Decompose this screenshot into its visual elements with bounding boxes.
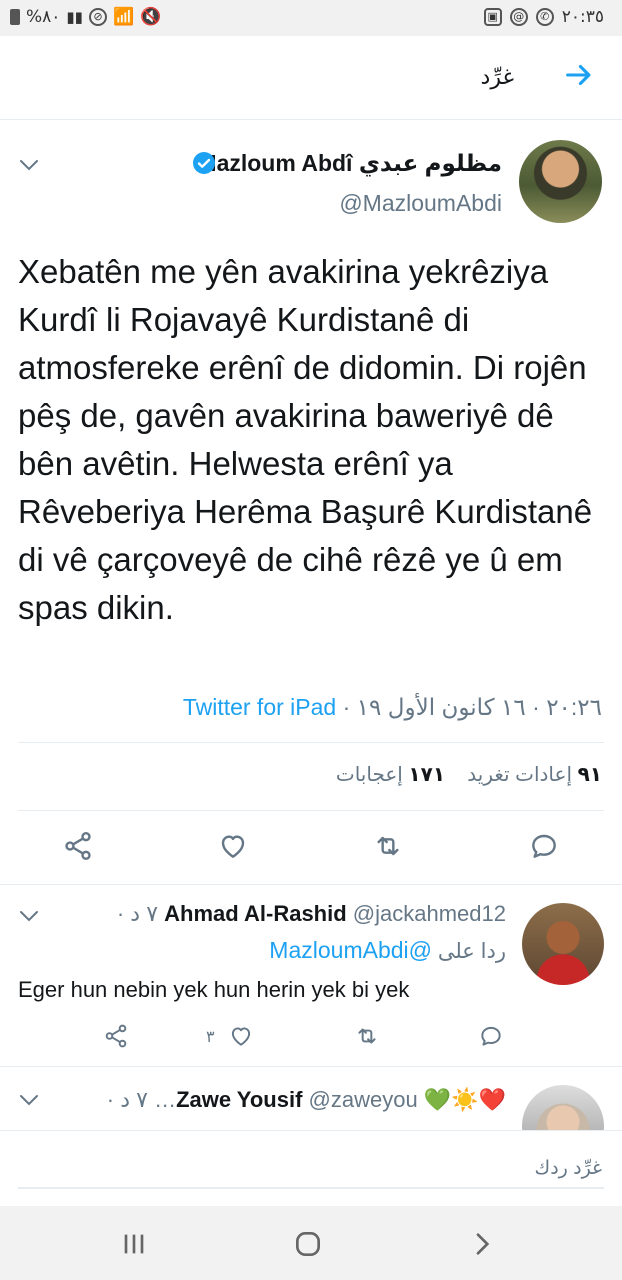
mail-icon: @ [509,8,528,26]
retweet-icon[interactable] [372,830,404,862]
avatar[interactable] [519,140,602,223]
chevron-down-icon[interactable] [18,158,40,172]
retweets-stat[interactable]: ٩١ إعادات تغريد [467,764,602,786]
reply-text: Eger hun nebin yek hun herin yek bi yek [18,977,410,1002]
like-heart-icon[interactable] [228,1023,254,1049]
reply-input[interactable]: غرِّد ردك [18,1149,604,1189]
likes-stat[interactable]: ١٧١ إعجابات [336,764,445,786]
reply-author-name[interactable]: Zawe Yousif [176,1087,302,1112]
reply-author-name[interactable]: Ahmad Al-Rashid [164,901,347,926]
replying-to: ردا على @MazloumAbdi [269,937,506,964]
reply-header: ❤️☀️💚 Zawe Yousif @zaweyou… ٧ د · [107,1087,506,1113]
chevron-down-icon[interactable] [18,909,40,923]
like-heart-icon[interactable] [217,830,249,862]
divider [18,742,604,743]
avatar[interactable] [522,903,604,985]
chevron-down-icon[interactable] [18,1093,40,1107]
tweet-timestamp: ٢٠:٢٦ · ١٦ كانون الأول ١٩ · [336,694,602,720]
image-icon: ▣ [483,8,502,26]
page-title: غرِّد [480,64,514,89]
likes-label: إعجابات [335,764,403,786]
reply-bubble-icon[interactable] [478,1023,504,1049]
author-handle[interactable]: @MazloumAbdi [339,190,502,217]
dnd-icon: ⊘ [88,8,107,26]
reply-author-handle[interactable]: @jackahmed12 [353,901,506,926]
status-right: ٢٠:٣٥ ✆ @ ▣ [483,7,604,27]
reply-actions: ٣ [0,1023,622,1051]
tweet-actions [0,830,622,870]
avatar[interactable] [522,1085,604,1130]
reply-bubble-icon[interactable] [528,830,560,862]
home-icon[interactable] [292,1228,324,1260]
reply-tweet[interactable]: ❤️☀️💚 Zawe Yousif @zaweyou… ٧ د · [0,1067,622,1130]
likes-count: ١٧١ [408,764,446,786]
reply-tweet[interactable]: Ahmad Al-Rashid @jackahmed12 ٧ د · ردا ع… [0,885,622,1067]
share-icon[interactable] [62,830,94,862]
tweet-text: Xebatên me yên avakirina yekrêziya Kurdî… [18,253,593,626]
top-bar: غرِّد [0,36,622,120]
whatsapp-icon: ✆ [535,8,554,26]
back-icon[interactable] [466,1228,498,1260]
retweets-label: إعادات تغريد [467,764,573,786]
system-nav-bar [0,1206,622,1280]
share-icon[interactable] [103,1023,129,1049]
tweet-meta: ٢٠:٢٦ · ١٦ كانون الأول ١٩ · Twitter for … [183,694,602,721]
reply-time: ٧ د · [116,901,159,926]
mute-icon: 🔇 [140,7,162,27]
signal-icon: ▮▮ [66,8,83,26]
retweets-count: ٩١ [577,764,602,786]
battery-percent: %٨٠ [26,7,61,27]
replying-label: ردا على [437,940,506,963]
retweet-icon[interactable] [354,1023,380,1049]
status-left-icons: %٨٠ ▮▮ ⊘ 📶 🔇 [10,7,161,27]
verified-badge-icon [193,152,215,174]
reply-emojis: ❤️☀️💚 [423,1087,506,1112]
clock: ٢٠:٣٥ [561,7,604,27]
divider [18,810,604,811]
recent-apps-icon[interactable] [118,1228,150,1260]
author-name[interactable]: مظلوم عبدي Mazloum Abdî [197,150,502,177]
wifi-icon: 📶 [112,7,135,27]
reply-time: ٧ د · [106,1087,148,1112]
battery-icon [10,9,20,25]
tweet-source-link[interactable]: Twitter for iPad [183,694,336,720]
tweet-stats: ٩١ إعادات تغريد ١٧١ إعجابات [336,762,602,787]
back-arrow-icon[interactable] [562,58,596,92]
main-tweet: مظلوم عبدي Mazloum Abdî @MazloumAbdi Xeb… [0,120,622,885]
replying-mention[interactable]: @MazloumAbdi [269,937,432,963]
reply-header: Ahmad Al-Rashid @jackahmed12 ٧ د · [117,901,506,927]
like-count: ٣ [206,1029,215,1046]
status-bar: %٨٠ ▮▮ ⊘ 📶 🔇 ٢٠:٣٥ ✆ @ ▣ [0,0,622,36]
compose-reply-bar: غرِّد ردك [0,1130,622,1206]
